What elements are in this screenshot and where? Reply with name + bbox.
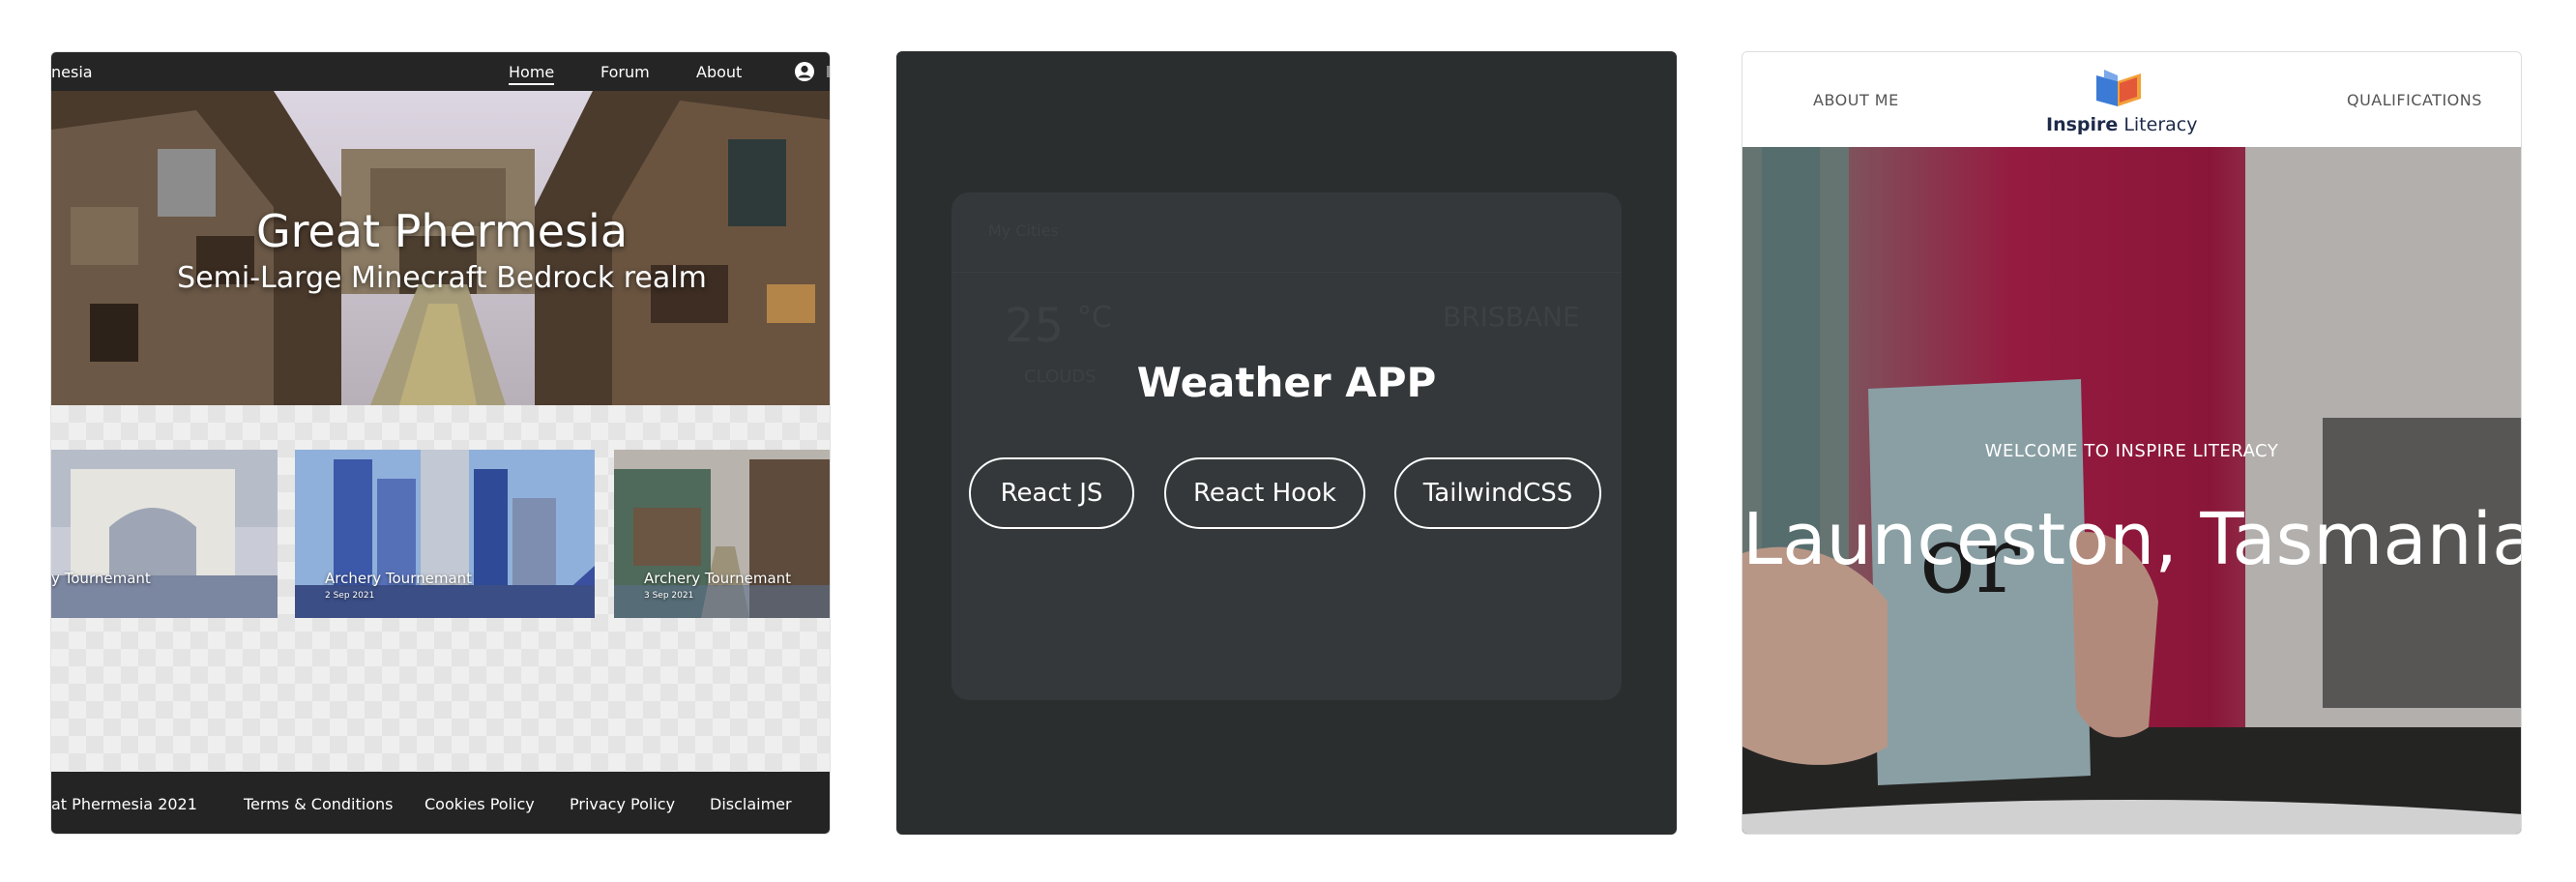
logo-word-literacy: Literacy xyxy=(2118,114,2198,135)
weather-preview-panel: My Cities 25 °C CLOUDS BRISBANE xyxy=(951,192,1622,700)
event-title: Archery Tournemant xyxy=(325,570,473,587)
event-card[interactable]: y Tournemant xyxy=(51,450,278,618)
hero-title: Great Phermesia xyxy=(255,205,629,257)
book-logo-icon xyxy=(2096,70,2141,106)
tag-react-hook[interactable]: React Hook xyxy=(1164,457,1365,529)
site-navbar: ABOUT ME Inspire Literacy QUALIFICATIONS xyxy=(1742,52,2521,147)
nav-qualifications-link[interactable]: QUALIFICATIONS xyxy=(2347,91,2482,109)
project-card-weather-app[interactable]: My Cities 25 °C CLOUDS BRISBANE Weather … xyxy=(896,51,1677,835)
project-card-great-phermesia[interactable]: nesia Home Forum About Great Phermesia S… xyxy=(50,51,831,835)
inspire-literacy-logo[interactable]: Inspire Literacy xyxy=(2046,68,2197,135)
events-section: y Tournemant Archery Tournemant 2 Sep 20… xyxy=(51,405,830,774)
event-thumbnail xyxy=(51,450,278,618)
hero-section: or WELCOME TO INSPIRE LITERACY Launcesto… xyxy=(1742,147,2521,834)
hero-photo-reading-card: or xyxy=(1742,147,2521,834)
user-circle-icon[interactable] xyxy=(794,61,815,82)
event-title: y Tournemant xyxy=(51,570,151,587)
weather-preview-header: My Cities xyxy=(951,192,1622,273)
preview-unit: °C xyxy=(1077,301,1112,335)
event-title: Archery Tournemant xyxy=(644,570,792,587)
hero-headline: Launceston, Tasmania. xyxy=(1742,498,2521,581)
scroll-indicator xyxy=(827,66,830,77)
preview-temperature: 25 xyxy=(1005,299,1065,353)
footer-cookies-link[interactable]: Cookies Policy xyxy=(424,795,535,813)
footer-terms-link[interactable]: Terms & Conditions xyxy=(244,795,393,813)
project-card-inspire-literacy[interactable]: ABOUT ME Inspire Literacy QUALIFICATIONS xyxy=(1742,51,2522,835)
site-brand[interactable]: nesia xyxy=(51,63,93,81)
footer-copyright: at Phermesia 2021 xyxy=(51,795,197,813)
footer-disclaimer-link[interactable]: Disclaimer xyxy=(710,795,792,813)
footer-privacy-link[interactable]: Privacy Policy xyxy=(570,795,675,813)
preview-city: BRISBANE xyxy=(1443,301,1580,333)
nav-forum-link[interactable]: Forum xyxy=(600,63,650,81)
site-footer: at Phermesia 2021 Terms & Conditions Coo… xyxy=(51,772,830,834)
hero-banner: Great Phermesia Semi-Large Minecraft Bed… xyxy=(51,91,830,405)
nav-about-link[interactable]: About xyxy=(696,63,742,81)
hero-eyebrow: WELCOME TO INSPIRE LITERACY xyxy=(1984,441,2279,461)
nav-about-me-link[interactable]: ABOUT ME xyxy=(1813,91,1899,109)
event-date: 2 Sep 2021 xyxy=(325,591,375,601)
nav-home-link[interactable]: Home xyxy=(509,63,555,85)
hero-subtitle: Semi-Large Minecraft Bedrock realm xyxy=(177,261,707,295)
preview-header-text: My Cities xyxy=(988,221,1059,240)
tag-tailwindcss[interactable]: TailwindCSS xyxy=(1394,457,1601,529)
logo-wordmark: Inspire Literacy xyxy=(2046,114,2197,135)
event-card[interactable]: Archery Tournemant 2 Sep 2021 xyxy=(295,450,595,618)
tag-react-js[interactable]: React JS xyxy=(969,457,1134,529)
event-date: 3 Sep 2021 xyxy=(644,591,694,601)
project-title: Weather APP xyxy=(1136,359,1437,406)
site-navbar: nesia Home Forum About xyxy=(51,52,830,91)
logo-word-inspire: Inspire xyxy=(2046,114,2119,135)
event-card[interactable]: Archery Tournemant 3 Sep 2021 xyxy=(614,450,830,618)
